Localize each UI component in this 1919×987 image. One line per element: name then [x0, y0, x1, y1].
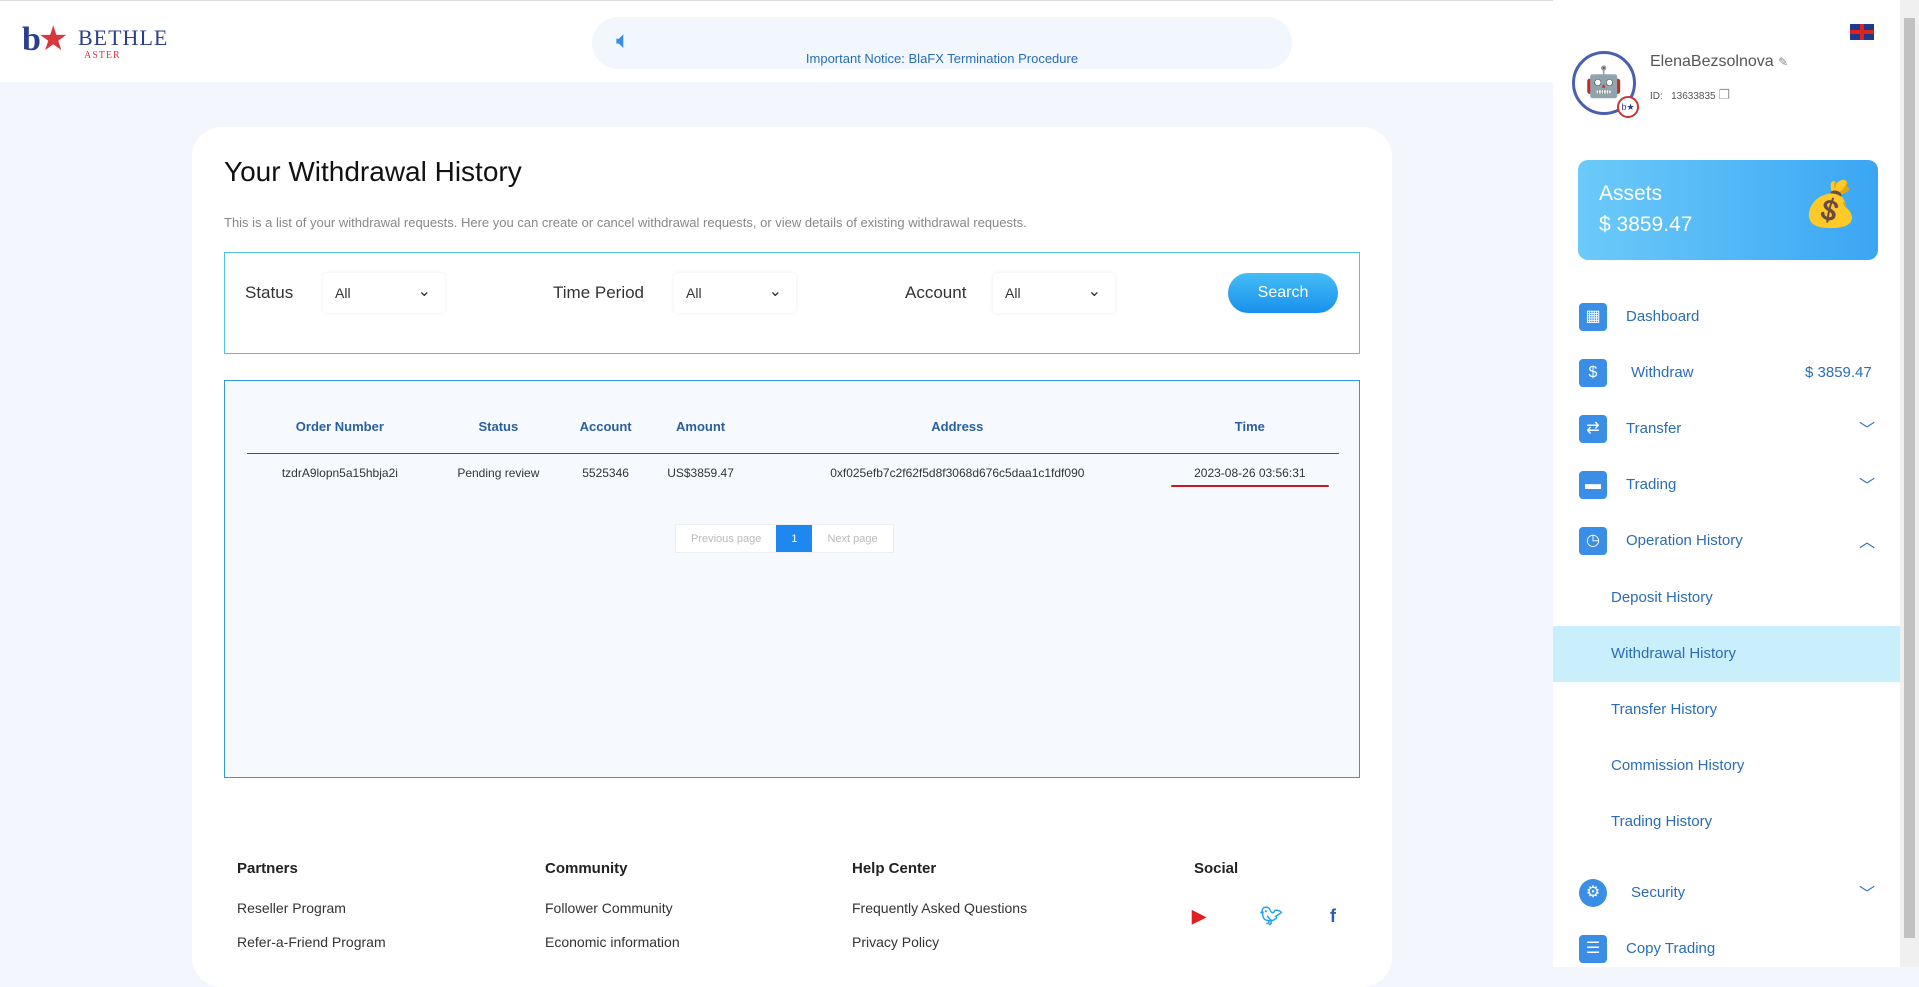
copy-icon[interactable]: ❐	[1718, 87, 1730, 102]
link-economic-information[interactable]: Economic information	[545, 934, 680, 950]
footer-heading-community: Community	[545, 860, 628, 877]
col-time: Time	[1160, 401, 1339, 454]
chevron-down-icon: ﹀	[1859, 478, 1876, 495]
star-icon: ★	[38, 20, 69, 58]
nav-transfer[interactable]: ⇄ Transfer ﹀	[1553, 404, 1900, 454]
chevron-down-icon: ﹀	[1859, 886, 1876, 903]
next-page-button[interactable]: Next page	[812, 525, 892, 552]
col-account: Account	[564, 401, 648, 454]
notice-text[interactable]: Important Notice: BlaFX Termination Proc…	[592, 51, 1292, 66]
transfer-arrows-icon: ⇄	[1579, 415, 1607, 443]
withdraw-amount: $ 3859.47	[1805, 364, 1872, 381]
notice-banner[interactable]: 🔈︎ Important Notice: BlaFX Termination P…	[592, 17, 1292, 69]
chevron-down-icon: ⌄	[1087, 283, 1101, 300]
nav-withdrawal-history[interactable]: Withdrawal History	[1553, 626, 1900, 682]
scrollbar[interactable]	[1900, 0, 1919, 967]
link-faq[interactable]: Frequently Asked Questions	[852, 900, 1027, 916]
red-underline-annotation	[1170, 485, 1329, 487]
copy-trading-icon: ☰	[1579, 935, 1607, 963]
status-label: Status	[245, 283, 294, 302]
amount: US$3859.47	[667, 466, 734, 481]
brand-logo[interactable]: b ★ BETHLE ASTER	[22, 19, 172, 63]
nav-dashboard[interactable]: ▦ Dashboard	[1553, 292, 1900, 342]
nav-withdraw[interactable]: $ Withdraw $ 3859.47	[1553, 348, 1900, 398]
previous-page-button[interactable]: Previous page	[676, 525, 776, 552]
nav-trading[interactable]: ▬ Trading ﹀	[1553, 460, 1900, 510]
top-header: b ★ BETHLE ASTER 🔈︎ Important Notice: Bla…	[0, 0, 1553, 82]
chevron-down-icon: ⌄	[768, 283, 782, 300]
account-label: Account	[905, 283, 967, 302]
page-title: Your Withdrawal History	[224, 156, 522, 187]
col-status: Status	[432, 401, 564, 454]
search-button[interactable]: Search	[1228, 273, 1338, 313]
facebook-icon[interactable]: f	[1330, 906, 1336, 927]
scrollbar-thumb[interactable]	[1904, 18, 1915, 938]
username: ElenaBezsolnova ✎	[1650, 53, 1789, 70]
brand-badge-icon: b★	[1617, 96, 1639, 118]
footer-heading-partners: Partners	[237, 860, 298, 877]
link-privacy-policy[interactable]: Privacy Policy	[852, 934, 939, 950]
nav-deposit-history[interactable]: Deposit History	[1553, 570, 1900, 626]
time: 2023-08-26 03:56:31	[1194, 466, 1306, 481]
pagination: Previous page 1 Next page	[675, 524, 894, 553]
gear-icon: ⚙	[1579, 879, 1607, 907]
col-order-number: Order Number	[247, 401, 433, 454]
assets-card: Assets $ 3859.47 💰	[1578, 160, 1878, 260]
nav-security[interactable]: ⚙ Security ﹀	[1553, 868, 1900, 918]
time-period-label: Time Period	[553, 283, 645, 302]
time-period-select[interactable]: All ⌄	[674, 273, 796, 313]
wallet-dollar-icon: $	[1579, 359, 1607, 387]
withdrawal-table-panel: Order Number Status Account Amount Addre…	[224, 380, 1360, 778]
link-refer-a-friend[interactable]: Refer-a-Friend Program	[237, 934, 386, 950]
filter-panel: Status All ⌄ Time Period All ⌄ Account All…	[224, 252, 1360, 354]
laptop-icon: ▬	[1579, 471, 1607, 499]
address: 0xf025efb7c2f62f5d8f3068d676c5daa1c1fdf0…	[830, 466, 1085, 481]
edit-icon[interactable]: ✎	[1778, 55, 1788, 69]
page-1-button[interactable]: 1	[776, 525, 813, 552]
order-number: tzdrA9lopn5a15hbja2i	[281, 466, 398, 481]
user-id: ID: 13633835 ❐	[1650, 87, 1731, 102]
link-reseller-program[interactable]: Reseller Program	[237, 900, 346, 916]
chevron-up-icon: ︿	[1859, 534, 1876, 551]
nav-commission-history[interactable]: Commission History	[1553, 738, 1900, 794]
time-cell: 2023-08-26 03:56:31	[1161, 453, 1339, 493]
nav-trading-history[interactable]: Trading History	[1553, 794, 1900, 850]
table-row[interactable]: tzdrA9lopn5a15hbja2i Pending review 5525…	[247, 453, 1339, 493]
footer-heading-help: Help Center	[852, 860, 937, 877]
chevron-down-icon: ﹀	[1859, 422, 1876, 439]
twitter-icon[interactable]: 🐦︎	[1260, 906, 1283, 927]
footer-heading-social: Social	[1194, 860, 1239, 877]
dashboard-icon: ▦	[1579, 303, 1607, 331]
nav-transfer-history[interactable]: Transfer History	[1553, 682, 1900, 738]
youtube-icon[interactable]: ▶	[1192, 906, 1206, 927]
language-flag-icon[interactable]	[1850, 24, 1874, 40]
status: Pending review	[457, 466, 540, 481]
col-address: Address	[753, 401, 1161, 454]
account-select[interactable]: All ⌄	[993, 273, 1115, 313]
history-clock-icon: ◷	[1579, 527, 1607, 555]
chevron-down-icon: ⌄	[417, 283, 431, 300]
avatar[interactable]: 🤖 b★	[1572, 51, 1639, 118]
money-bag-illustration-icon: 💰	[1803, 180, 1858, 229]
nav-operation-history[interactable]: ◷ Operation History ︿	[1553, 516, 1900, 566]
page-subtitle: This is a list of your withdrawal reques…	[224, 215, 1027, 230]
account: 5525346	[582, 466, 629, 481]
link-follower-community[interactable]: Follower Community	[545, 900, 673, 916]
status-select[interactable]: All ⌄	[323, 273, 445, 313]
col-amount: Amount	[647, 401, 754, 454]
withdrawal-table: Order Number Status Account Amount Addre…	[247, 401, 1339, 493]
